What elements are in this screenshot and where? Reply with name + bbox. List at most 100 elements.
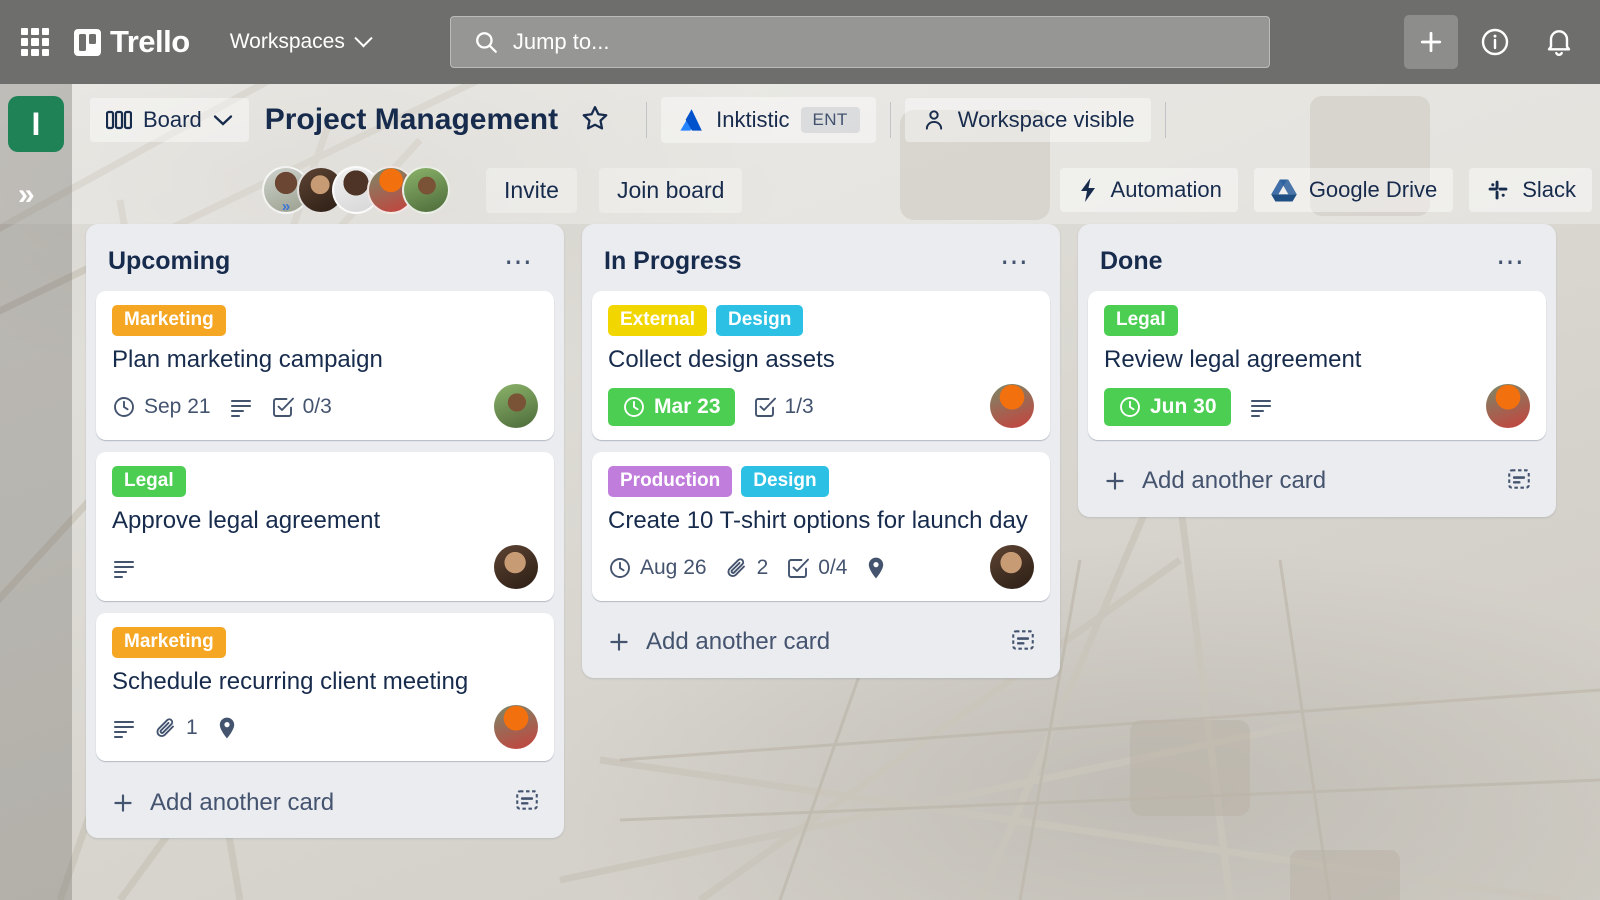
person-icon	[925, 110, 942, 130]
card-labels: Marketing	[112, 626, 538, 658]
add-card-button[interactable]: Add another card	[96, 773, 554, 830]
card-badge-due[interactable]: Sep 21	[112, 395, 211, 419]
board-card[interactable]: Marketing Plan marketing campaign Sep 21…	[96, 291, 554, 440]
card-badges: Sep 21 0/3	[112, 386, 538, 428]
board-list: Done ⋯ Legal Review legal agreement Jun …	[1078, 224, 1556, 517]
chevron-down-icon	[213, 114, 232, 126]
page-title[interactable]: Project Management	[265, 103, 558, 137]
card-title: Schedule recurring client meeting	[112, 667, 469, 695]
list-actions-icon[interactable]: ⋯	[496, 246, 542, 277]
map-pin-icon	[869, 557, 884, 579]
badge-text: Mar 23	[654, 394, 721, 418]
card-badge-checklist[interactable]: 1/3	[753, 395, 814, 419]
badge-text: Jun 30	[1150, 394, 1217, 418]
card-badge-due[interactable]: Mar 23	[608, 387, 735, 426]
double-chevron-right-icon[interactable]: »	[18, 180, 35, 210]
avatar[interactable]	[990, 383, 1034, 428]
avatar[interactable]	[494, 544, 538, 589]
trello-logo[interactable]: Trello	[74, 24, 190, 60]
workspaces-menu[interactable]: Workspaces	[220, 22, 380, 62]
list-title[interactable]: In Progress	[604, 247, 742, 276]
card-label[interactable]: Legal	[112, 465, 186, 497]
search-placeholder: Jump to...	[512, 29, 610, 54]
top-navigation-bar: Trello Workspaces Jump to...	[0, 0, 1600, 84]
card-label[interactable]: Legal	[1104, 305, 1178, 337]
workspace-name: Inktistic	[716, 107, 790, 132]
automation-label: Automation	[1110, 177, 1222, 202]
card-labels: Production Design	[608, 465, 1034, 497]
card-template-button[interactable]	[1010, 627, 1036, 658]
list-title[interactable]: Upcoming	[108, 247, 230, 276]
add-card-label: Add another card	[1142, 467, 1327, 495]
grid-apps-icon[interactable]	[18, 25, 52, 59]
add-card-button[interactable]: Add another card	[1088, 452, 1546, 509]
search-input[interactable]: Jump to...	[449, 16, 1270, 68]
card-badge-description[interactable]	[112, 717, 136, 739]
card-label[interactable]: Marketing	[112, 626, 226, 658]
avatar[interactable]	[1486, 383, 1530, 428]
board-card[interactable]: Legal Approve legal agreement	[96, 451, 554, 601]
board-visibility-button[interactable]: Workspace visible	[904, 98, 1151, 142]
list-actions-icon[interactable]: ⋯	[1488, 246, 1534, 277]
card-badge-attachment[interactable]: 1	[154, 716, 198, 740]
trello-logo-icon	[74, 28, 101, 56]
left-sidebar: I »	[0, 84, 72, 900]
invite-button[interactable]: Invite	[486, 167, 577, 213]
avatar[interactable]	[494, 383, 538, 428]
workspace-avatar[interactable]: I	[8, 96, 64, 152]
board-card[interactable]: Production Design Create 10 T-shirt optio…	[592, 451, 1050, 601]
card-label[interactable]: Design	[741, 465, 829, 497]
card-badge-attachment[interactable]: 2	[725, 556, 768, 580]
list-actions-icon[interactable]: ⋯	[992, 246, 1038, 277]
checklist-icon	[788, 558, 810, 578]
card-badge-due[interactable]: Jun 30	[1104, 387, 1231, 426]
card-badge-checklist[interactable]: 0/4	[786, 556, 847, 580]
topbar-actions	[1404, 15, 1600, 69]
add-card-button[interactable]: Add another card	[592, 613, 1050, 670]
card-labels: Legal	[112, 465, 538, 497]
automation-button[interactable]: Automation	[1059, 168, 1238, 212]
board-view-icon	[106, 110, 132, 130]
info-button[interactable]	[1468, 15, 1522, 69]
search-icon	[475, 32, 497, 53]
avatar[interactable]	[990, 544, 1034, 589]
list-title[interactable]: Done	[1100, 247, 1163, 276]
card-label[interactable]: Marketing	[112, 305, 226, 337]
card-badge-description[interactable]	[229, 396, 253, 418]
card-badge-description[interactable]	[112, 557, 136, 579]
card-label[interactable]: External	[608, 305, 707, 337]
create-button[interactable]	[1404, 15, 1458, 69]
google-drive-button[interactable]: Google Drive	[1253, 168, 1454, 212]
board-view-label: Board	[143, 107, 202, 132]
plus-icon	[1420, 31, 1442, 53]
atlassian-icon	[680, 109, 702, 131]
notifications-button[interactable]	[1532, 15, 1586, 69]
card-template-button[interactable]	[514, 787, 540, 818]
card-label[interactable]: Production	[608, 465, 733, 497]
list-header: Done ⋯	[1088, 234, 1546, 291]
double-chevron-up-icon: »	[281, 198, 291, 214]
divider	[646, 102, 648, 138]
card-badge-due[interactable]: Aug 26	[608, 556, 707, 580]
star-board-button[interactable]	[580, 103, 610, 138]
avatar[interactable]	[402, 166, 450, 214]
card-badge-location[interactable]	[865, 556, 887, 580]
board-card[interactable]: External Design Collect design assets Mar…	[592, 291, 1050, 440]
card-template-button[interactable]	[1506, 466, 1532, 497]
board-view-switcher[interactable]: Board	[90, 98, 249, 142]
join-board-button[interactable]: Join board	[598, 167, 743, 213]
description-icon	[1250, 399, 1271, 417]
power-ups-group: Automation Google Drive Slack	[1059, 168, 1600, 212]
card-badge-location[interactable]	[216, 716, 238, 740]
workspace-chip[interactable]: Inktistic ENT	[661, 97, 876, 143]
card-label[interactable]: Design	[715, 305, 804, 337]
add-card-label: Add another card	[646, 628, 831, 656]
board-card[interactable]: Legal Review legal agreement Jun 30	[1088, 291, 1546, 440]
board-card[interactable]: Marketing Schedule recurring client meet…	[96, 612, 554, 762]
board-list: In Progress ⋯ External Design Collect des…	[582, 224, 1060, 678]
list-header: Upcoming ⋯	[96, 234, 554, 291]
board-header: Board Project Management Inktistic ENT W…	[0, 84, 1600, 224]
slack-button[interactable]: Slack	[1469, 168, 1592, 212]
card-badge-description[interactable]	[1249, 396, 1273, 418]
card-badge-checklist[interactable]: 0/3	[271, 395, 332, 419]
